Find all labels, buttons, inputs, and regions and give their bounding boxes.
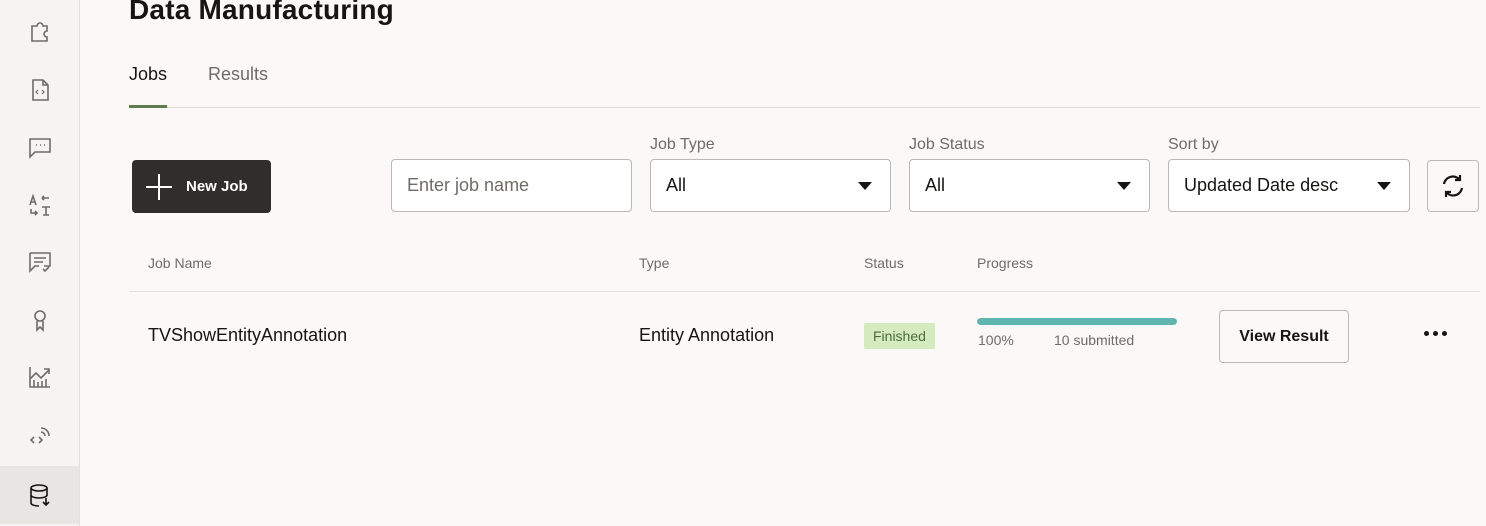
column-header-status[interactable]: Status [864,255,904,271]
job-type-cell: Entity Annotation [639,325,775,345]
dot [1432,330,1438,336]
refresh-icon [1442,175,1464,197]
award-icon [33,310,46,332]
puzzle-icon [30,22,48,42]
job-status-value: All [925,175,946,195]
code-file-icon [31,79,49,101]
sort-by-label: Sort by [1168,136,1219,153]
chart-icon [28,367,50,388]
refresh-button[interactable] [1427,160,1479,212]
job-name-input[interactable] [407,175,631,196]
sort-by-value: Updated Date desc [1184,175,1339,195]
sidebar-item-data-manufacturing[interactable] [0,466,79,524]
page-title: Data Manufacturing [129,0,394,25]
job-type-label: Job Type [650,136,715,153]
header-divider [129,291,1480,292]
feedback-icon [28,252,51,273]
more-actions-button[interactable] [1419,320,1451,346]
progress-bar [977,318,1177,325]
dot [1423,330,1429,336]
sidebar-item-insights[interactable] [0,348,79,406]
tab-bar: Jobs Results [129,64,1480,108]
view-result-button[interactable]: View Result [1219,310,1349,363]
progress-percent: 100% [978,332,1014,348]
chevron-down-icon [1377,182,1391,190]
tab-jobs[interactable]: Jobs [129,64,168,108]
chevron-down-icon [1117,182,1131,190]
column-header-job-name[interactable]: Job Name [148,255,212,271]
chevron-down-icon [858,182,872,190]
sidebar-item-api[interactable] [0,406,79,464]
database-download-icon [29,484,50,507]
sidebar-item-translate[interactable] [0,176,79,234]
sort-by-select[interactable]: Updated Date desc [1168,159,1410,212]
sidebar-item-code-file[interactable] [0,61,79,119]
tab-results[interactable]: Results [208,64,268,107]
job-status-label: Job Status [909,136,985,153]
main-content: Data Manufacturing Jobs Results New Job … [81,0,1486,526]
progress-fill [977,318,1177,325]
sidebar-item-certification[interactable] [0,291,79,349]
job-name-cell[interactable]: TVShowEntityAnnotation [148,325,347,346]
status-badge: Finished [864,323,935,349]
sidebar-item-chat[interactable] [0,118,79,176]
dot [1441,330,1447,336]
sidebar-item-feedback[interactable] [0,233,79,291]
column-header-type[interactable]: Type [639,255,669,271]
job-status-select[interactable]: All [909,159,1150,212]
sidebar-item-skills[interactable] [0,4,79,62]
job-type-value: All [666,175,687,195]
job-type-select[interactable]: All [650,159,891,212]
new-job-button[interactable]: New Job [132,160,271,213]
plus-icon [146,173,172,200]
job-name-search[interactable] [391,159,632,212]
chat-icon [28,138,51,159]
sidebar [0,0,80,526]
translate-icon [28,193,50,216]
column-header-progress[interactable]: Progress [977,255,1033,271]
submitted-count: 10 submitted [1054,332,1135,348]
api-icon [29,427,50,444]
new-job-label: New Job [186,178,248,195]
